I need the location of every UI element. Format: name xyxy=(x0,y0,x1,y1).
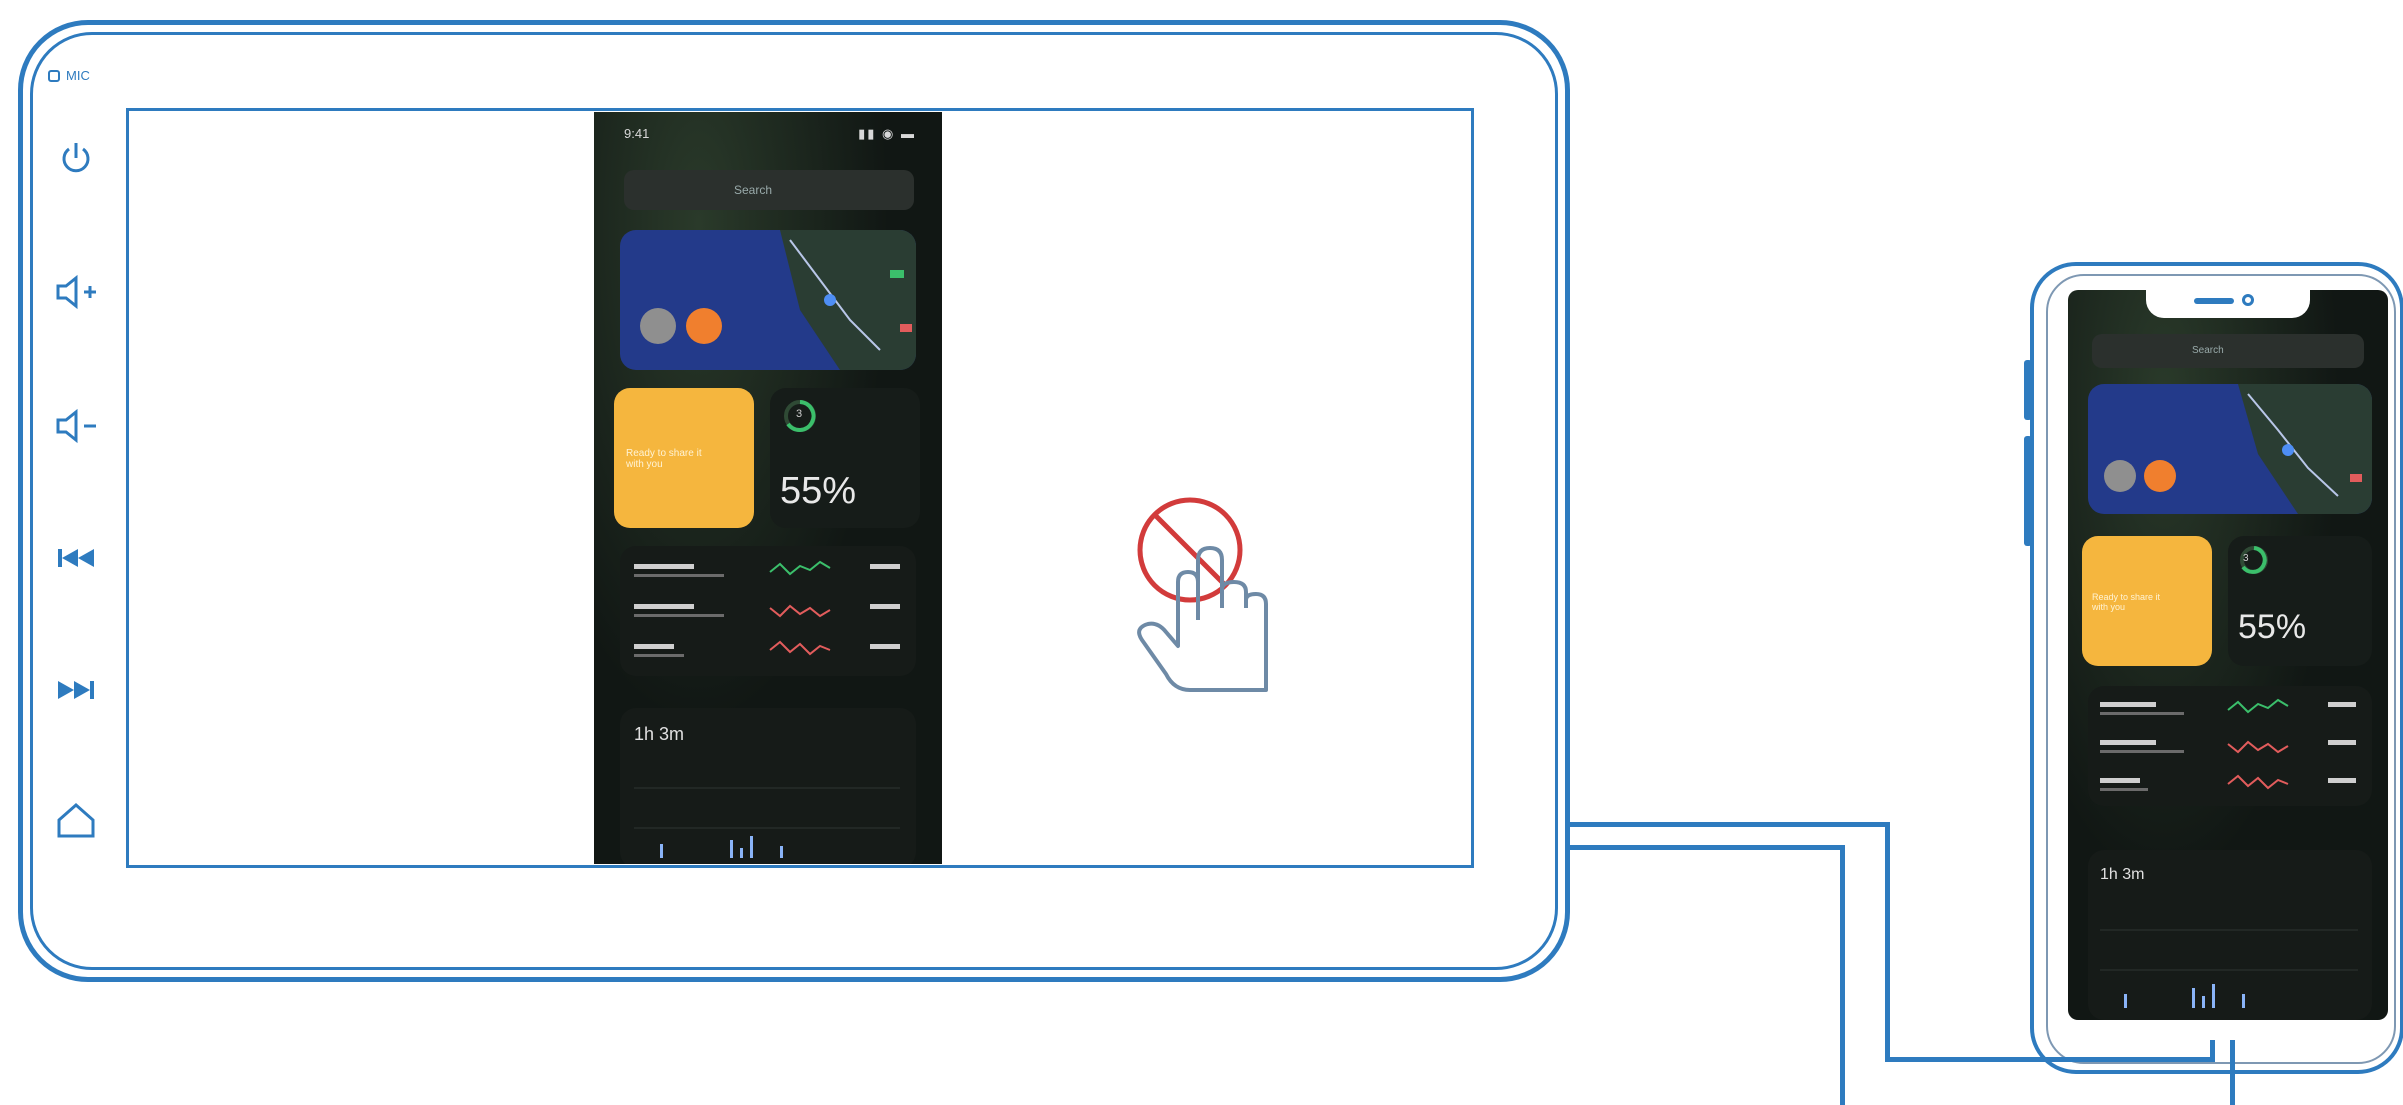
next-track-icon xyxy=(58,681,94,699)
phone-stocks-widget[interactable] xyxy=(2088,686,2372,806)
home-icon xyxy=(57,802,95,838)
note-widget[interactable]: Ready to share it with you xyxy=(614,388,754,528)
phone-battery-widget: 3 55% xyxy=(2228,536,2372,666)
next-track-button[interactable] xyxy=(48,662,104,718)
no-touch-icon xyxy=(1137,497,1268,692)
mic-label: MIC xyxy=(66,68,90,83)
mic-indicator: MIC xyxy=(48,68,90,83)
phone-map-widget[interactable] xyxy=(2088,384,2372,514)
phone-side-button-1[interactable] xyxy=(2024,360,2032,420)
mic-icon xyxy=(48,69,60,82)
cable-segment xyxy=(2210,1040,2215,1062)
note-text: Ready to share it with you xyxy=(626,448,702,470)
map-widget[interactable] xyxy=(620,230,916,370)
battery-widget: 3 55% xyxy=(770,388,920,528)
phone-stocks-graphic xyxy=(2100,698,2356,791)
cable-segment xyxy=(1885,822,1890,1062)
phone-speaker xyxy=(2194,298,2234,304)
map-graphic xyxy=(780,230,916,370)
screentime-duration: 1h 3m xyxy=(634,724,685,744)
phone-screentime-widget[interactable]: 1h 3m xyxy=(2088,850,2372,1020)
volume-up-button[interactable] xyxy=(48,264,104,320)
phone-map-graphic xyxy=(2238,384,2372,514)
cable-segment xyxy=(1570,845,1845,850)
battery-number: 3 xyxy=(796,408,803,420)
home-button[interactable] xyxy=(48,792,104,848)
phone-side-button-2[interactable] xyxy=(2024,436,2032,546)
phone-search-bar[interactable]: Search xyxy=(2092,334,2364,368)
status-icons: ▮▮ ◉ ▬ xyxy=(858,126,916,141)
previous-track-button[interactable] xyxy=(48,530,104,586)
phone-battery-number: 3 xyxy=(2243,553,2249,564)
phone-screen: Search Ready to share it with you 3 55% xyxy=(2068,290,2388,1020)
phone-camera-icon xyxy=(2242,294,2254,306)
phone-battery-percent: 55% xyxy=(2238,608,2307,646)
phone-notch xyxy=(2146,290,2310,318)
power-icon xyxy=(62,143,90,173)
phone-map-action-gray[interactable] xyxy=(2104,460,2136,492)
cable-segment xyxy=(2230,1040,2235,1105)
cable-segment xyxy=(1840,845,1845,1105)
status-bar: 9:41 ▮▮ ◉ ▬ xyxy=(594,112,942,152)
search-bar[interactable]: Search xyxy=(624,170,914,210)
cable-segment xyxy=(1570,822,1890,827)
phone-note-text: Ready to share it with you xyxy=(2092,592,2161,612)
map-action-orange[interactable] xyxy=(686,308,722,344)
phone-screentime-graphic xyxy=(2100,929,2358,1008)
volume-down-button[interactable] xyxy=(48,398,104,454)
stocks-graphic xyxy=(634,560,900,657)
power-button[interactable] xyxy=(48,130,104,186)
mirrored-phone-display: 9:41 ▮▮ ◉ ▬ Search Ready to share it wit… xyxy=(594,112,942,864)
phone-battery-ring-icon xyxy=(2240,546,2268,574)
phone-map-action-orange[interactable] xyxy=(2144,460,2176,492)
phone-search-placeholder: Search xyxy=(2192,345,2224,356)
status-time: 9:41 xyxy=(624,126,650,141)
phone-note-widget[interactable]: Ready to share it with you xyxy=(2082,536,2212,666)
screentime-widget[interactable]: 1h 3m xyxy=(620,708,916,864)
previous-track-icon xyxy=(58,549,94,567)
search-placeholder: Search xyxy=(734,183,773,197)
stocks-widget[interactable] xyxy=(620,546,916,676)
map-action-gray[interactable] xyxy=(640,308,676,344)
battery-percent: 55% xyxy=(780,470,857,512)
cable-segment xyxy=(1885,1057,2215,1062)
phone-screentime-duration: 1h 3m xyxy=(2100,866,2145,883)
volume-up-icon xyxy=(56,274,96,310)
volume-down-icon xyxy=(56,408,96,444)
screentime-graphic xyxy=(634,787,900,858)
